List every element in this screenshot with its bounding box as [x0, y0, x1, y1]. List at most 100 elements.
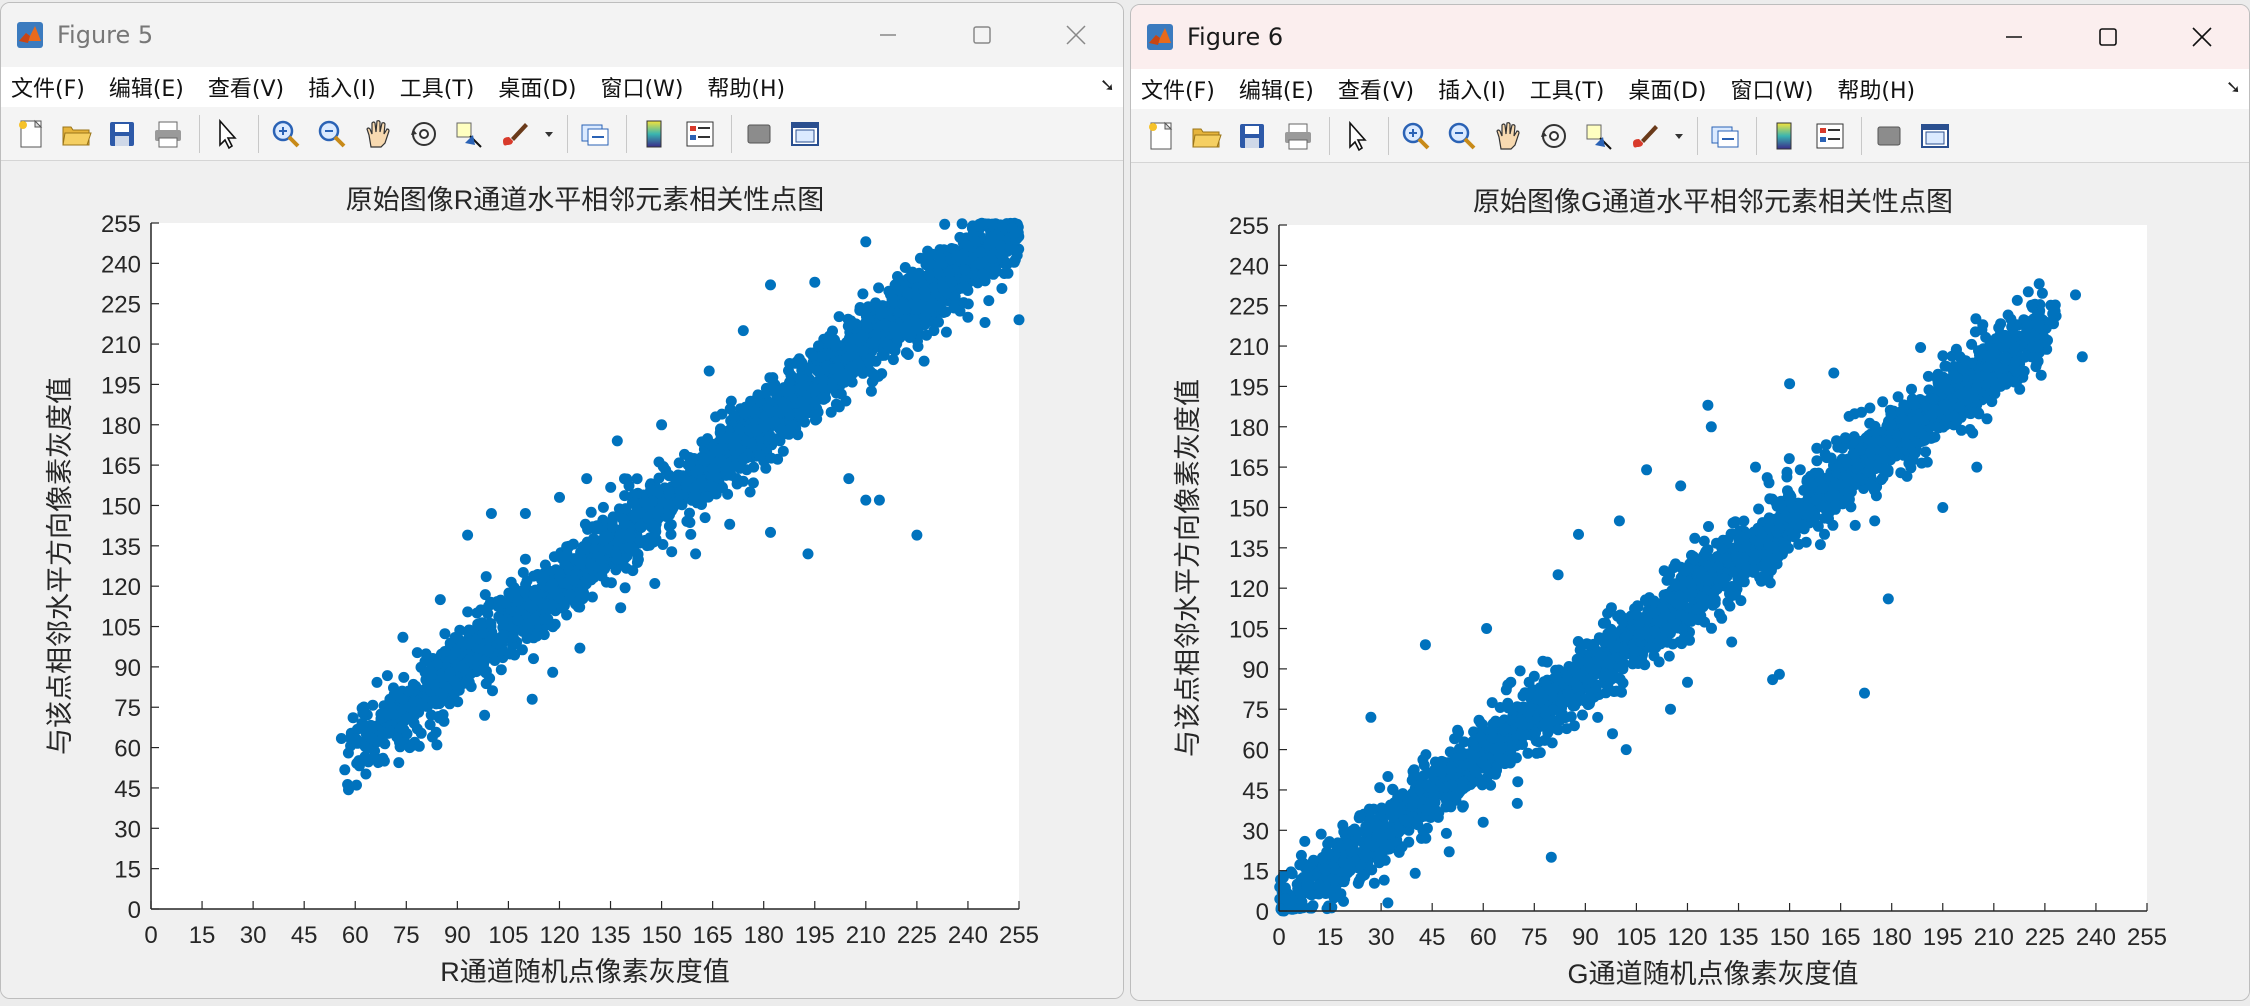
titlebar[interactable]: Figure 5 — [1, 3, 1123, 67]
hide-plot-tools-button[interactable] — [1868, 115, 1910, 157]
scatter-point — [377, 752, 389, 764]
maximize-button[interactable] — [2061, 5, 2155, 69]
menu-view[interactable]: 查看(V) — [1326, 73, 1426, 105]
legend-button[interactable] — [679, 113, 721, 155]
titlebar[interactable]: Figure 6 — [1131, 5, 2249, 69]
zoom-out-button[interactable] — [311, 113, 353, 155]
scatter-point — [564, 589, 576, 601]
scatter-point — [495, 594, 507, 606]
scatter-outlier-point — [843, 473, 855, 485]
menu-insert[interactable]: 插入(I) — [296, 71, 388, 103]
link-plot-button[interactable] — [1704, 115, 1746, 157]
toolbar-separator — [1388, 116, 1389, 155]
scatter-point — [1877, 396, 1889, 408]
maximize-button[interactable] — [935, 3, 1029, 67]
matlab-logo-icon — [15, 20, 45, 50]
dock-arrow-icon[interactable]: ➘ — [1100, 75, 1115, 96]
zoom-in-button[interactable] — [1395, 115, 1437, 157]
figure-window-5[interactable]: Figure 5 文件(F) 编辑(E) 查看(V) 插入(I) 工具(T) 桌… — [0, 2, 1124, 999]
scatter-point — [1849, 408, 1861, 420]
print-button[interactable] — [1277, 115, 1319, 157]
figure-window-6[interactable]: Figure 6 文件(F) 编辑(E) 查看(V) 插入(I) 工具(T) 桌… — [1130, 4, 2250, 1001]
x-tick-label: 240 — [948, 922, 988, 949]
x-tick-label: 135 — [591, 922, 631, 949]
menu-window[interactable]: 窗口(W) — [1719, 73, 1826, 105]
brush-dropdown-button[interactable] — [541, 113, 557, 155]
scatter-point — [487, 685, 498, 697]
zoom-out-button[interactable] — [1441, 115, 1483, 157]
close-button[interactable] — [1029, 3, 1123, 67]
brush-dropdown-button[interactable] — [1671, 115, 1687, 157]
open-file-button[interactable] — [55, 113, 97, 155]
menu-help[interactable]: 帮助(H) — [1825, 73, 1927, 105]
scatter-point — [1950, 344, 1962, 356]
scatter-point — [1713, 608, 1725, 620]
print-button[interactable] — [147, 113, 189, 155]
scatter-outlier-point — [485, 508, 497, 519]
menu-view[interactable]: 查看(V) — [196, 71, 296, 103]
legend-button[interactable] — [1809, 115, 1851, 157]
show-plot-tools-button[interactable] — [1914, 115, 1956, 157]
show-plot-tools-icon — [1921, 123, 1949, 148]
scatter-point — [882, 339, 893, 351]
x-tick-label: 30 — [240, 922, 267, 949]
menu-file[interactable]: 文件(F) — [1131, 73, 1227, 105]
colorbar-button[interactable] — [1763, 115, 1805, 157]
new-figure-button[interactable] — [9, 113, 51, 155]
figure-canvas[interactable]: 原始图像G通道水平相邻元素相关性点图 0 0 15 15 30 30 45 45 60 60 75 75… — [1131, 163, 2249, 1000]
scatter-point — [807, 350, 819, 362]
scatter-point — [1735, 595, 1747, 607]
hide-plot-tools-button[interactable] — [738, 113, 780, 155]
scatter-point — [685, 528, 697, 540]
menu-window[interactable]: 窗口(W) — [589, 71, 696, 103]
data-cursor-button[interactable] — [449, 113, 491, 155]
scatter-outlier-point — [526, 693, 538, 705]
colorbar-button[interactable] — [633, 113, 675, 155]
open-file-icon — [62, 126, 92, 145]
rotate-3d-button[interactable] — [403, 113, 445, 155]
scatter-point — [575, 546, 587, 558]
menu-tools[interactable]: 工具(T) — [1518, 73, 1617, 105]
save-button[interactable] — [1231, 115, 1273, 157]
menu-edit[interactable]: 编辑(E) — [1227, 73, 1326, 105]
open-file-button[interactable] — [1185, 115, 1227, 157]
scatter-chart-g[interactable]: 原始图像G通道水平相邻元素相关性点图0015153030454560607575… — [1131, 163, 2250, 1001]
menu-file[interactable]: 文件(F) — [1, 71, 97, 103]
x-tick-label: 75 — [393, 922, 420, 949]
close-icon — [1066, 25, 1086, 45]
zoom-in-button[interactable] — [265, 113, 307, 155]
menu-edit[interactable]: 编辑(E) — [97, 71, 196, 103]
pan-button[interactable] — [1487, 115, 1529, 157]
menu-desktop[interactable]: 桌面(D) — [1616, 73, 1718, 105]
rotate-3d-button[interactable] — [1533, 115, 1575, 157]
scatter-point — [1727, 517, 1739, 529]
menu-insert[interactable]: 插入(I) — [1426, 73, 1518, 105]
scatter-point — [1703, 521, 1714, 532]
menu-desktop[interactable]: 桌面(D) — [486, 71, 588, 103]
minimize-button[interactable] — [1967, 5, 2061, 69]
link-plot-button[interactable] — [574, 113, 616, 155]
menu-tools[interactable]: 工具(T) — [388, 71, 487, 103]
menu-help[interactable]: 帮助(H) — [695, 71, 797, 103]
save-button[interactable] — [101, 113, 143, 155]
scatter-point — [1009, 254, 1021, 266]
pan-button[interactable] — [357, 113, 399, 155]
edit-plot-button[interactable] — [1336, 115, 1378, 157]
scatter-outlier-point — [765, 279, 776, 291]
brush-button[interactable] — [495, 113, 537, 155]
minimize-button[interactable] — [841, 3, 935, 67]
scatter-chart-r[interactable]: 原始图像R通道水平相邻元素相关性点图0015153030454560607575… — [1, 161, 1124, 999]
show-plot-tools-button[interactable] — [784, 113, 826, 155]
close-button[interactable] — [2155, 5, 2249, 69]
scatter-point — [528, 589, 540, 601]
scatter-point — [663, 485, 675, 497]
brush-button[interactable] — [1625, 115, 1667, 157]
scatter-point — [482, 644, 494, 656]
scatter-point — [526, 602, 538, 614]
scatter-point — [978, 269, 990, 281]
new-figure-button[interactable] — [1139, 115, 1181, 157]
data-cursor-button[interactable] — [1579, 115, 1621, 157]
edit-plot-button[interactable] — [206, 113, 248, 155]
dock-arrow-icon[interactable]: ➘ — [2226, 77, 2241, 98]
figure-canvas[interactable]: 原始图像R通道水平相邻元素相关性点图 0 0 15 15 30 30 45 45 60 60 75 75… — [1, 161, 1123, 998]
